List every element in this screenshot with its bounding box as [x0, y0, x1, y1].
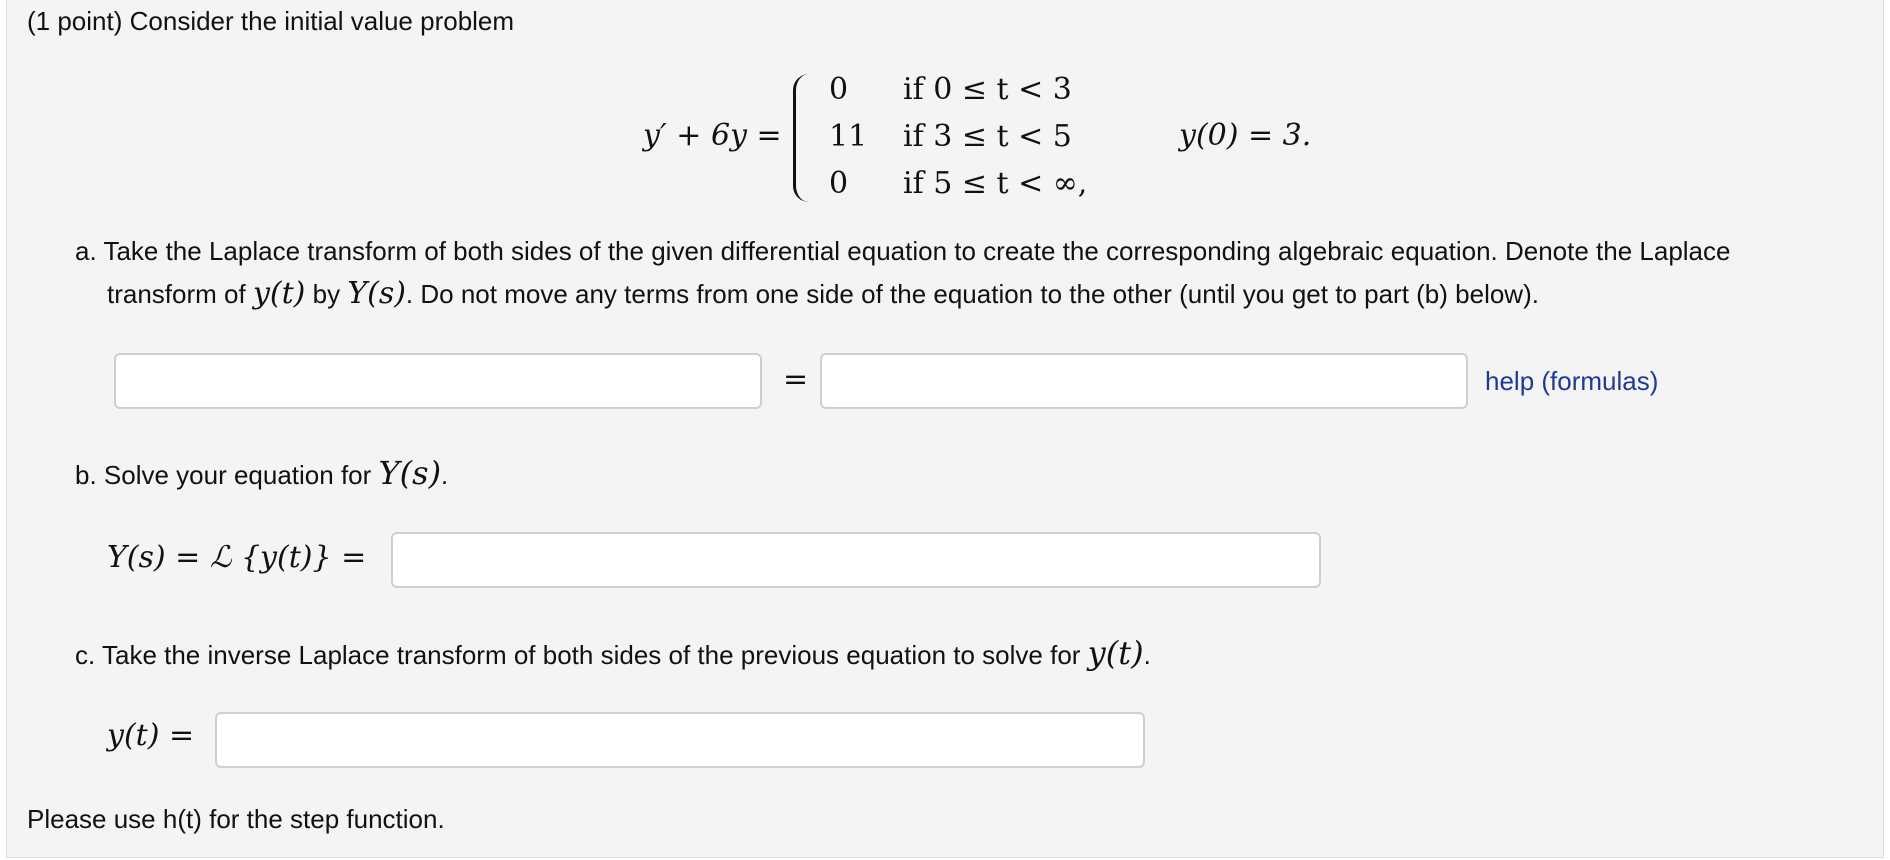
piece-value-3: 0: [829, 166, 849, 201]
part-a-text-pre: transform of: [107, 279, 246, 309]
part-a-prompt-line2: transform of y(t) by Y(s). Do not move a…: [107, 276, 1539, 311]
step-function-note: Please use h(t) for the step function.: [27, 804, 445, 834]
part-a-text-mid: by: [312, 279, 341, 309]
part-b-prompt: b. Solve your equation for Y(s).: [75, 454, 448, 492]
laplace-lhs-input[interactable]: [114, 353, 762, 409]
part-b-math-Y: Y(s): [378, 454, 442, 492]
piece-condition-3: if 5 ≤ t < ∞,: [903, 166, 1088, 201]
part-c-text-end: .: [1143, 640, 1151, 670]
Y-of-s-input[interactable]: [391, 532, 1321, 588]
piece-value-2: 11: [829, 119, 868, 154]
part-b-text: b. Solve your equation for: [75, 460, 372, 490]
part-c-label: y(t) =: [107, 718, 195, 753]
part-b-label: Y(s) = ℒ {y(t)} =: [107, 540, 367, 575]
part-c-math-y: y(t): [1087, 634, 1144, 672]
laplace-rhs-input[interactable]: [820, 353, 1468, 409]
part-c-text: c. Take the inverse Laplace transform of…: [75, 640, 1081, 670]
y-of-t-input[interactable]: [215, 712, 1145, 768]
part-a-math-y: y(t): [252, 276, 306, 311]
problem-intro: Consider the initial value problem: [129, 6, 515, 36]
problem-header: (1 point) Consider the initial value pro…: [27, 6, 514, 37]
points-label: (1 point): [27, 6, 123, 36]
equals-sign: =: [783, 362, 809, 397]
piecewise-brace: [793, 74, 810, 202]
piece-condition-1: if 0 ≤ t < 3: [903, 72, 1072, 107]
part-a-text-post: . Do not move any terms from one side of…: [405, 279, 1539, 309]
part-b-text-end: .: [441, 460, 449, 490]
piece-condition-2: if 3 ≤ t < 5: [903, 119, 1072, 154]
problem-panel: (1 point) Consider the initial value pro…: [6, 0, 1884, 858]
part-a-math-Y: Y(s): [347, 276, 406, 311]
piece-value-1: 0: [829, 72, 849, 107]
help-formulas-link[interactable]: help (formulas): [1485, 366, 1658, 397]
part-c-prompt: c. Take the inverse Laplace transform of…: [75, 634, 1151, 672]
part-a-prompt-line1: a. Take the Laplace transform of both si…: [75, 236, 1731, 266]
initial-condition: y(0) = 3.: [1179, 118, 1312, 153]
equation-lhs: y′ + 6y =: [643, 118, 782, 153]
